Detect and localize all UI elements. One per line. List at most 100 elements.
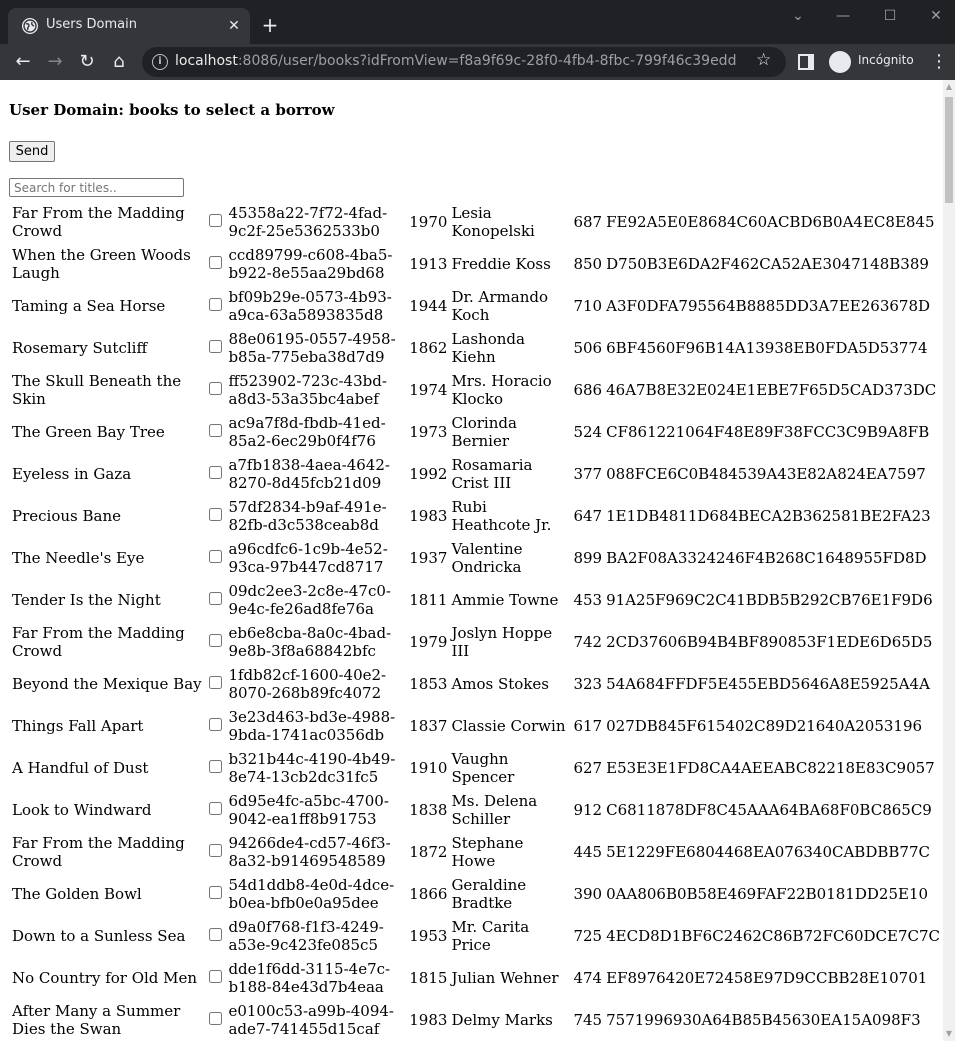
book-title: Far From the Madding Crowd <box>12 624 185 660</box>
address-bar[interactable]: i localhost:8086/user/books?idFromView=f… <box>142 47 786 77</box>
table-row: When the Green Woods Laugh ccd89799-c608-… <box>11 244 941 284</box>
scroll-thumb[interactable] <box>945 97 953 203</box>
select-checkbox[interactable] <box>208 508 222 521</box>
book-author: Valentine Ondricka <box>451 540 523 576</box>
book-id: e0100c53-a99b-4094-ade7-741455d15caf <box>228 1002 394 1038</box>
close-tab-icon[interactable]: ✕ <box>224 16 244 36</box>
table-row: Things Fall Apart 3e23d463-bd3e-4988-9bda… <box>11 706 941 746</box>
book-author: Mrs. Horacio Klocko <box>451 372 552 408</box>
select-checkbox[interactable] <box>208 760 222 773</box>
select-checkbox[interactable] <box>208 592 222 605</box>
table-row: The Green Bay Tree ac9a7f8d-fbdb-41ed-85a… <box>11 412 941 452</box>
select-checkbox[interactable] <box>208 676 222 689</box>
select-checkbox[interactable] <box>208 424 222 437</box>
search-input[interactable] <box>9 178 184 197</box>
book-isbn: 5E1229FE6804468EA076340CABDBB77C <box>606 843 930 861</box>
select-checkbox[interactable] <box>208 718 222 731</box>
book-year: 1838 <box>409 801 448 819</box>
select-checkbox[interactable] <box>208 634 222 647</box>
book-isbn: 6BF4560F96B14A13938EB0FDA5D53774 <box>606 339 928 357</box>
back-arrow-icon[interactable]: ← <box>11 50 35 74</box>
book-title: Down to a Sunless Sea <box>12 927 186 945</box>
select-checkbox[interactable] <box>208 298 222 311</box>
book-pages: 524 <box>573 423 603 441</box>
url-text[interactable]: localhost:8086/user/books?idFromView=f8a… <box>175 53 736 69</box>
book-pages: 617 <box>573 717 603 735</box>
side-panel-icon[interactable] <box>798 54 814 70</box>
book-title: When the Green Woods Laugh <box>12 246 191 282</box>
minimize-icon[interactable]: — <box>828 6 858 26</box>
select-checkbox[interactable] <box>208 214 222 227</box>
book-pages: 390 <box>573 885 603 903</box>
incognito-icon[interactable] <box>829 51 851 73</box>
select-checkbox[interactable] <box>208 802 222 815</box>
bookmark-star-icon[interactable]: ☆ <box>756 50 771 70</box>
book-id: b321b44c-4190-4b49-8e74-13cb2dc31fc5 <box>228 750 396 786</box>
site-info-icon[interactable]: i <box>152 54 168 70</box>
book-year: 1973 <box>409 423 448 441</box>
book-year: 1872 <box>409 843 448 861</box>
book-pages: 687 <box>573 213 603 231</box>
table-row: The Golden Bowl 54d1ddb8-4e0d-4dce-b0ea-b… <box>11 874 941 914</box>
table-row: Tender Is the Night 09dc2ee3-2c8e-47c0-9e… <box>11 580 941 620</box>
book-isbn: CF861221064F48E89F38FCC3C9B9A8FB <box>606 423 930 441</box>
checkbox-cell <box>208 790 226 830</box>
incognito-label[interactable]: Incógnito <box>858 53 914 67</box>
checkbox-cell <box>208 496 226 536</box>
book-author: Julian Wehner <box>451 969 559 987</box>
select-checkbox[interactable] <box>208 970 222 983</box>
scroll-up-arrow-icon[interactable]: ▲ <box>943 80 955 94</box>
maximize-icon[interactable]: ☐ <box>875 6 905 26</box>
new-tab-button[interactable]: + <box>258 14 282 38</box>
book-title: Eyeless in Gaza <box>12 465 132 483</box>
book-pages: 377 <box>573 465 603 483</box>
book-author: Delmy Marks <box>451 1011 553 1029</box>
select-checkbox[interactable] <box>208 844 222 857</box>
book-title: Look to Windward <box>12 801 152 819</box>
book-isbn: E53E3E1FD8CA4AEEABC82218E83C9057 <box>606 759 935 777</box>
close-window-icon[interactable]: ✕ <box>921 6 951 26</box>
home-icon[interactable]: ⌂ <box>107 50 131 74</box>
browser-toolbar: ← → ↻ ⌂ i localhost:8086/user/books?idFr… <box>0 44 955 80</box>
select-checkbox[interactable] <box>208 256 222 269</box>
checkbox-cell <box>208 832 226 872</box>
book-author: Lesia Konopelski <box>451 204 535 240</box>
book-id: 6d95e4fc-a5bc-4700-9042-ea1ff8b91753 <box>228 792 389 828</box>
book-year: 1837 <box>409 717 448 735</box>
table-row: Taming a Sea Horse bf09b29e-0573-4b93-a9c… <box>11 286 941 326</box>
browser-tab[interactable]: Users Domain ✕ <box>8 8 250 44</box>
book-author: Geraldine Bradtke <box>451 876 527 912</box>
forward-arrow-icon[interactable]: → <box>43 50 67 74</box>
book-year: 1913 <box>409 255 448 273</box>
select-checkbox[interactable] <box>208 886 222 899</box>
book-isbn: 46A7B8E32E024E1EBE7F65D5CAD373DC <box>606 381 937 399</box>
book-year: 1866 <box>409 885 448 903</box>
checkbox-cell <box>208 706 226 746</box>
book-pages: 627 <box>573 759 603 777</box>
book-pages: 912 <box>573 801 603 819</box>
select-checkbox[interactable] <box>208 550 222 563</box>
table-row: Rosemary Sutcliff 88e06195-0557-4958-b85a… <box>11 328 941 368</box>
checkbox-cell <box>208 622 226 662</box>
select-checkbox[interactable] <box>208 466 222 479</box>
checkbox-cell <box>208 580 226 620</box>
checkbox-cell <box>208 244 226 284</box>
select-checkbox[interactable] <box>208 928 222 941</box>
vertical-scrollbar[interactable]: ▲ ▼ <box>943 80 955 1041</box>
scroll-down-arrow-icon[interactable]: ▼ <box>943 1027 955 1041</box>
select-checkbox[interactable] <box>208 382 222 395</box>
select-checkbox[interactable] <box>208 1012 222 1025</box>
table-row: Look to Windward 6d95e4fc-a5bc-4700-9042-… <box>11 790 941 830</box>
reload-icon[interactable]: ↻ <box>75 50 99 74</box>
book-year: 1862 <box>409 339 448 357</box>
checkbox-cell <box>208 286 226 326</box>
tab-search-icon[interactable]: ⌄ <box>783 6 813 26</box>
send-button[interactable]: Send <box>9 141 55 162</box>
select-checkbox[interactable] <box>208 340 222 353</box>
kebab-menu-icon[interactable]: ⋮ <box>930 50 948 74</box>
book-pages: 899 <box>573 549 603 567</box>
book-id: 3e23d463-bd3e-4988-9bda-1741ac0356db <box>228 708 396 744</box>
book-title: Taming a Sea Horse <box>12 297 166 315</box>
book-pages: 742 <box>573 633 603 651</box>
book-pages: 686 <box>573 381 603 399</box>
